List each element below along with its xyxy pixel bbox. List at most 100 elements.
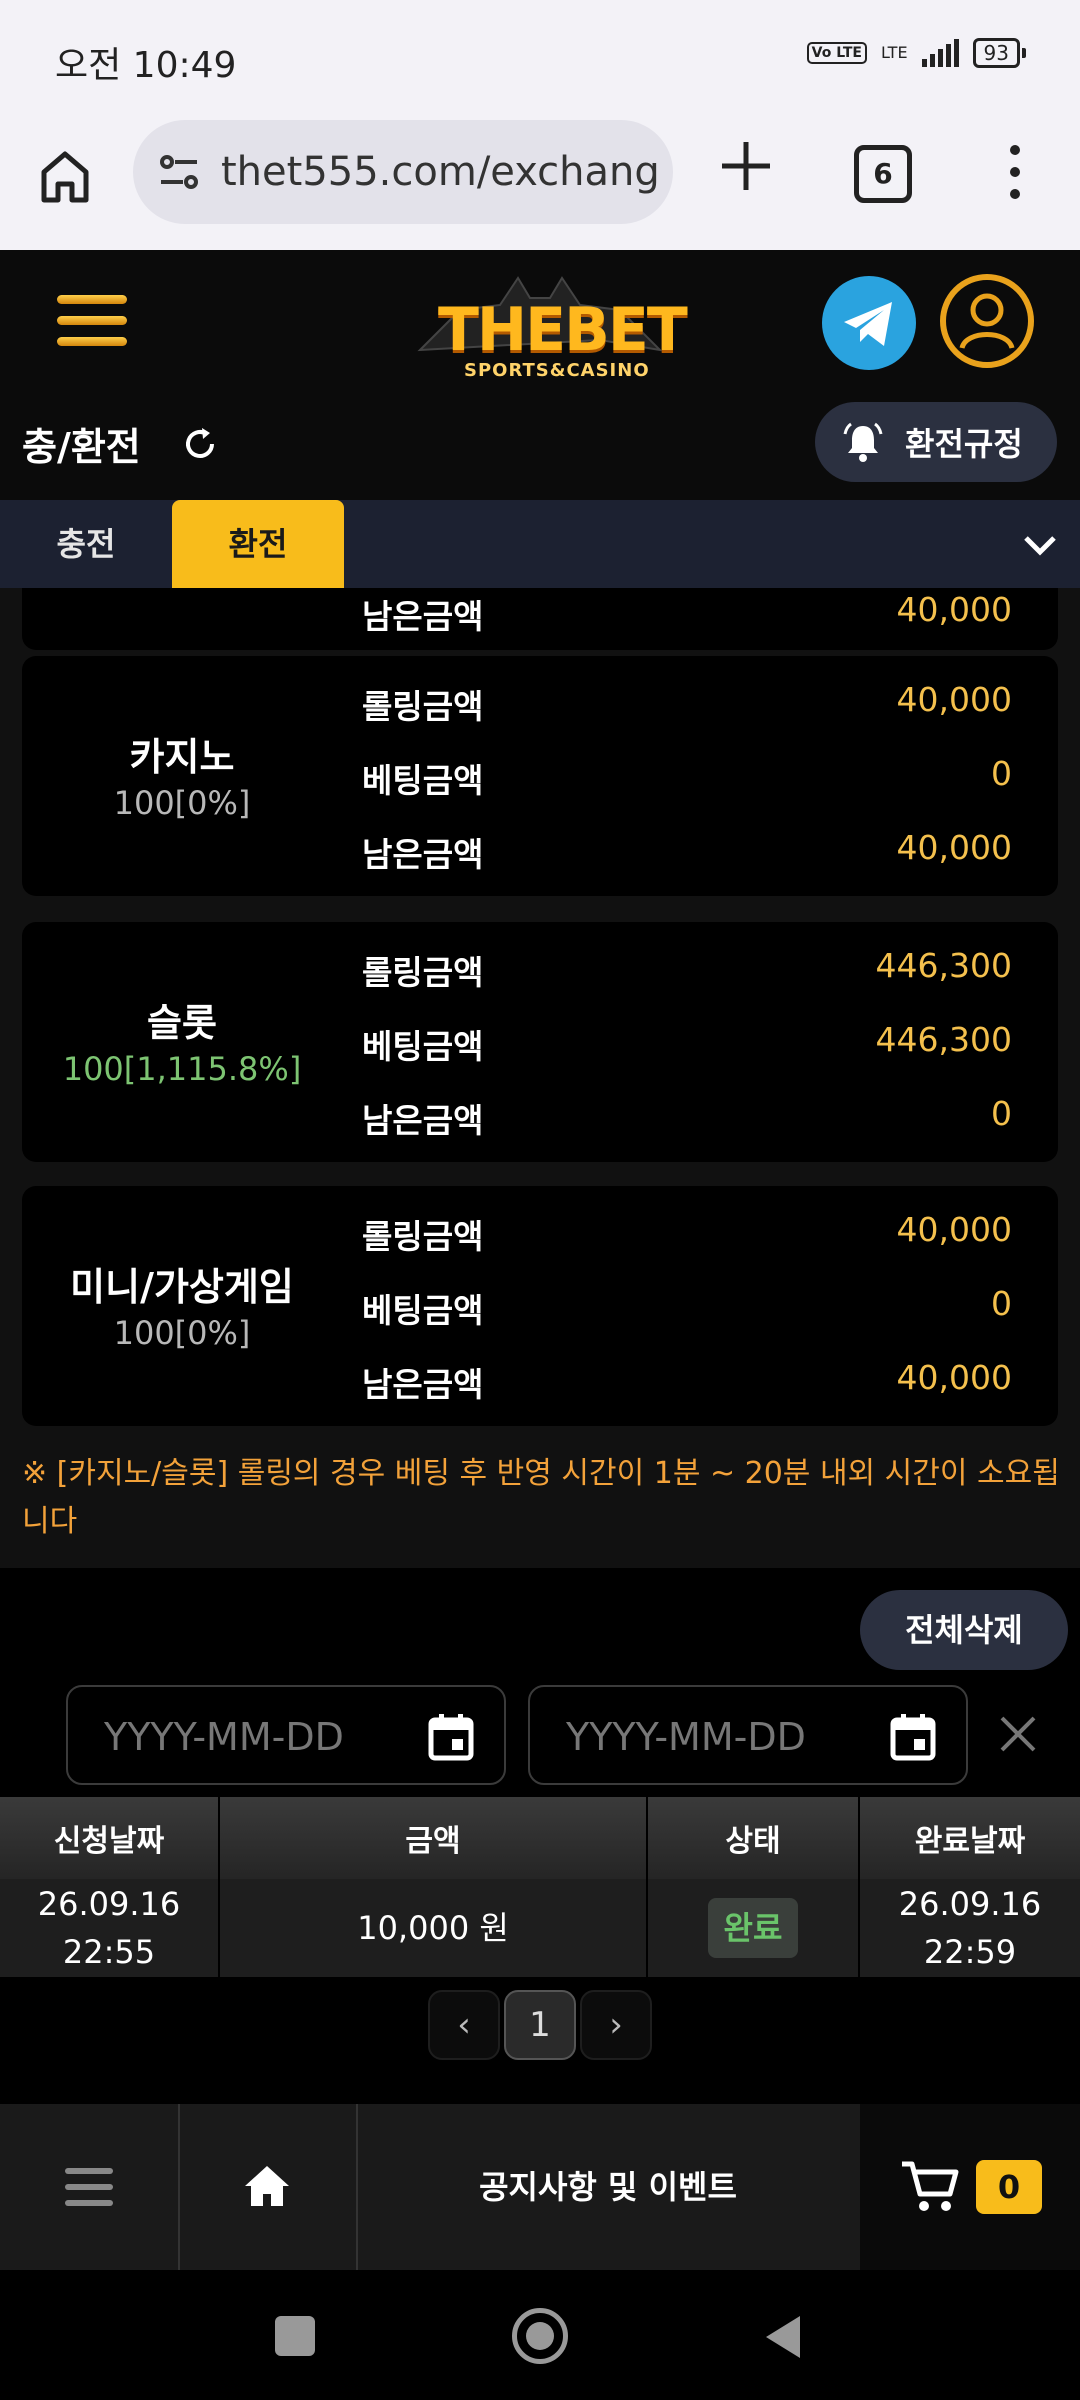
refresh-icon[interactable] xyxy=(180,424,220,464)
rolling-card-casino: 카지노 100[0%] 롤링금액 40,000 베팅금액 0 남은금액 40,000 xyxy=(22,656,1058,896)
row-label: 남은금액 xyxy=(362,1365,484,1404)
user-profile-button[interactable] xyxy=(940,274,1034,368)
home-icon[interactable] xyxy=(40,146,90,206)
tab-withdraw[interactable]: 환전 xyxy=(172,500,344,588)
status-time: 오전 10:49 xyxy=(55,45,237,86)
header-complete-date: 완료날짜 xyxy=(914,1824,1026,1859)
request-date-cell: 26.09.16 22:55 xyxy=(0,1879,220,1977)
row-label: 남은금액 xyxy=(362,835,484,874)
close-icon[interactable] xyxy=(996,1712,1040,1756)
tab-bar: 충전 환전 xyxy=(0,500,1080,588)
table-header: 신청날짜 금액 상태 완료날짜 xyxy=(0,1797,1080,1879)
tab-deposit[interactable]: 충전 xyxy=(0,500,172,588)
row-value: 0 xyxy=(991,1094,1012,1133)
start-date-input[interactable]: YYYY-MM-DD xyxy=(66,1685,506,1785)
site-menu-icon[interactable] xyxy=(57,295,127,347)
telegram-icon xyxy=(844,302,892,346)
delete-all-button[interactable]: 전체삭제 xyxy=(860,1590,1068,1670)
browser-toolbar: thet555.com/exchange 6 xyxy=(0,120,1080,250)
volte-icon: Vo LTE xyxy=(806,42,867,64)
row-value: 446,300 xyxy=(875,1020,1012,1059)
site-header: THEBET SPORTS&CASINO xyxy=(0,250,1080,392)
header-request-date: 신청날짜 xyxy=(0,1797,220,1879)
rolling-row: 베팅금액 0 xyxy=(362,754,1012,814)
row-label: 남은금액 xyxy=(362,597,484,636)
card-name: 카지노 xyxy=(129,735,235,779)
card-percent: 100[1,115.8%] xyxy=(62,1050,302,1088)
bottom-menu-button[interactable] xyxy=(0,2104,180,2270)
header-amount: 금액 xyxy=(220,1797,648,1879)
bet-cart-button[interactable]: 0 xyxy=(860,2104,1080,2270)
row-value: 40,000 xyxy=(896,1358,1012,1397)
bottom-nav: 공지사항 및 이벤트 0 xyxy=(0,2104,1080,2270)
rolling-card-partial: 남은금액 40,000 xyxy=(22,588,1058,650)
row-label: 롤링금액 xyxy=(362,953,484,992)
amount-cell: 10,000 원 xyxy=(220,1879,648,1977)
status-bar: 오전 10:49 Vo LTE LTE 93 xyxy=(0,0,1080,120)
url-text: thet555.com/exchange xyxy=(221,149,661,195)
rolling-row: 남은금액 40,000 xyxy=(362,590,1012,650)
rolling-row: 롤링금액 40,000 xyxy=(362,680,1012,740)
row-label: 롤링금액 xyxy=(362,1217,484,1256)
status-cell: 완료 xyxy=(648,1879,860,1977)
rolling-row: 롤링금액 40,000 xyxy=(362,1210,1012,1270)
rolling-row: 롤링금액 446,300 xyxy=(362,946,1012,1006)
site-logo[interactable]: THEBET SPORTS&CASINO xyxy=(400,270,688,381)
telegram-button[interactable] xyxy=(822,276,916,370)
logo-subtext: SPORTS&CASINO xyxy=(464,360,650,381)
rolling-card-slot: 슬롯 100[1,115.8%] 롤링금액 446,300 베팅금액 446,300… xyxy=(22,922,1058,1162)
calendar-icon[interactable] xyxy=(428,1713,474,1761)
new-tab-icon[interactable] xyxy=(718,138,774,194)
request-time: 22:55 xyxy=(62,1933,156,1971)
row-value: 0 xyxy=(991,754,1012,793)
complete-time: 22:59 xyxy=(923,1933,1017,1971)
row-label: 베팅금액 xyxy=(362,1291,484,1330)
row-value: 40,000 xyxy=(896,680,1012,719)
next-page-button[interactable]: › xyxy=(580,1990,652,2060)
back-icon[interactable] xyxy=(762,2314,802,2360)
header-status: 상태 xyxy=(648,1797,860,1879)
rolling-row: 남은금액 0 xyxy=(362,1094,1012,1154)
card-percent: 100[0%] xyxy=(113,1314,251,1352)
chevron-down-icon[interactable] xyxy=(1020,528,1060,560)
rolling-notice: ※ [카지노/슬롯] 롤링의 경우 베팅 후 반영 시간이 1분 ~ 20분 내… xyxy=(22,1456,1060,1539)
notice-event-link[interactable]: 공지사항 및 이벤트 xyxy=(356,2104,860,2270)
address-bar[interactable]: thet555.com/exchange xyxy=(133,120,673,224)
row-label: 베팅금액 xyxy=(362,761,484,800)
rolling-list: 남은금액 40,000 카지노 100[0%] 롤링금액 40,000 베팅금액 0… xyxy=(0,588,1080,1568)
bell-icon xyxy=(843,422,883,462)
site-settings-icon[interactable] xyxy=(157,150,201,194)
system-nav-bar xyxy=(0,2270,1080,2400)
row-value: 40,000 xyxy=(896,590,1012,629)
rolling-row: 남은금액 40,000 xyxy=(362,1358,1012,1418)
end-date-placeholder: YYYY-MM-DD xyxy=(566,1715,806,1759)
tab-switcher-button[interactable]: 6 xyxy=(854,145,912,203)
card-percent: 100[0%] xyxy=(113,784,251,822)
page-title: 충/환전 xyxy=(22,425,141,469)
page-button-1[interactable]: 1 xyxy=(504,1990,576,2060)
prev-page-button[interactable]: ‹ xyxy=(428,1990,500,2060)
home-icon xyxy=(245,2166,289,2206)
cart-count-badge: 0 xyxy=(976,2160,1042,2214)
system-home-icon[interactable] xyxy=(512,2308,568,2364)
card-name: 미니/가상게임 xyxy=(70,1265,294,1309)
logo-text: THEBET xyxy=(438,295,688,365)
end-date-input[interactable]: YYYY-MM-DD xyxy=(528,1685,968,1785)
status-badge: 완료 xyxy=(707,1898,799,1958)
bottom-home-button[interactable] xyxy=(178,2104,358,2270)
table-row: 26.09.16 22:55 10,000 원 완료 26.09.16 22:59 xyxy=(0,1879,1080,1977)
more-menu-icon[interactable] xyxy=(1000,142,1030,202)
battery-icon: 93 xyxy=(972,38,1027,68)
title-row: 충/환전 환전규정 xyxy=(0,392,1080,500)
row-value: 0 xyxy=(991,1284,1012,1323)
calendar-icon[interactable] xyxy=(890,1713,936,1761)
row-value: 40,000 xyxy=(896,1210,1012,1249)
request-date: 26.09.16 xyxy=(37,1885,181,1923)
row-label: 남은금액 xyxy=(362,1101,484,1140)
exchange-rules-button[interactable]: 환전규정 xyxy=(815,402,1057,482)
row-value: 40,000 xyxy=(896,828,1012,867)
recents-icon[interactable] xyxy=(275,2316,315,2356)
rolling-row: 베팅금액 446,300 xyxy=(362,1020,1012,1080)
status-icons: Vo LTE LTE 93 xyxy=(806,38,1027,68)
start-date-placeholder: YYYY-MM-DD xyxy=(104,1715,344,1759)
